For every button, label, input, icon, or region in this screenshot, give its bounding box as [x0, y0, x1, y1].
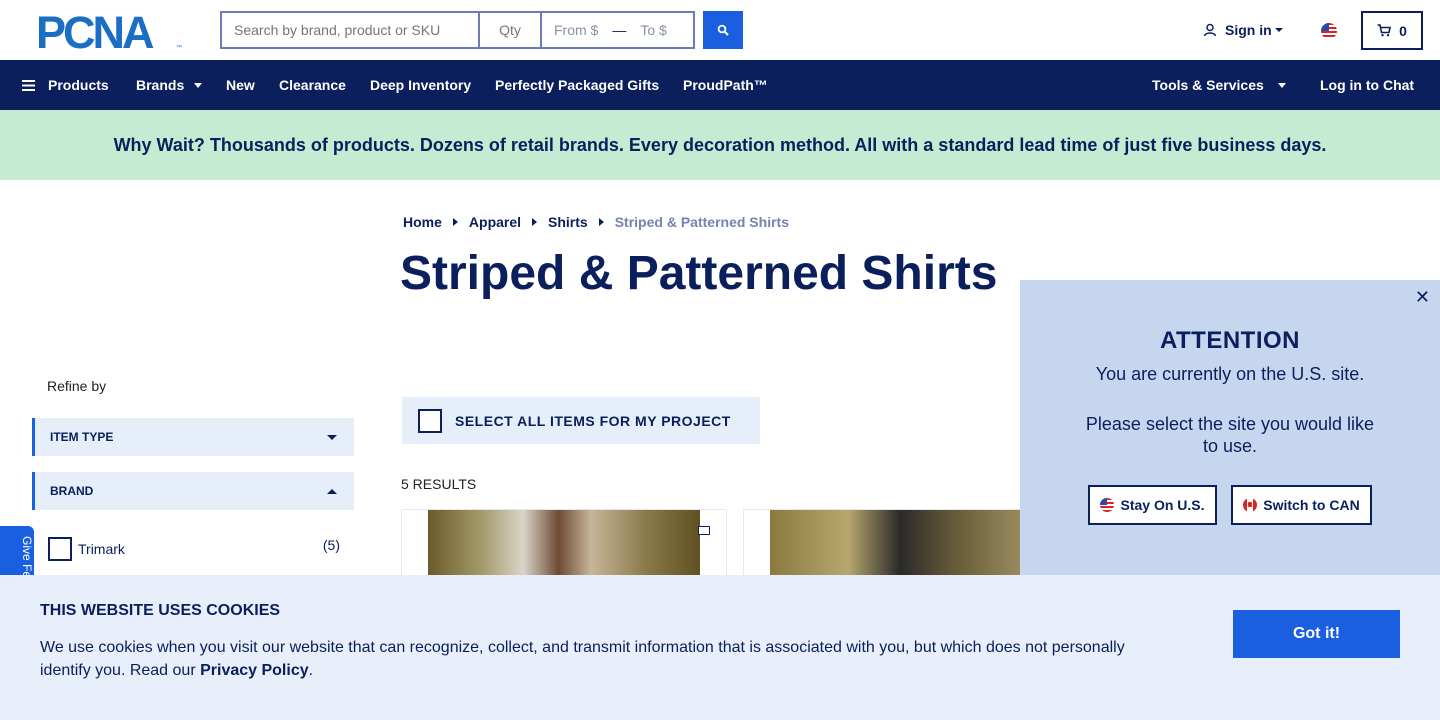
brand-checkbox[interactable]	[48, 537, 72, 561]
search-bar: From $ — To $	[220, 11, 695, 49]
nav-clearance[interactable]: Clearance	[279, 60, 346, 110]
breadcrumb-apparel[interactable]: Apparel	[469, 214, 521, 230]
nav-brands[interactable]: Brands	[136, 60, 203, 110]
facet-item-type-label[interactable]: ITEM TYPE	[50, 430, 113, 444]
cookie-text: We use cookies when you visit our websit…	[40, 636, 1150, 682]
nav-products[interactable]: Products	[22, 60, 109, 110]
qty-input[interactable]	[478, 11, 540, 49]
svg-text:™: ™	[176, 44, 182, 50]
nav-proudpath[interactable]: ProudPath™	[683, 60, 768, 110]
cart-button[interactable]: 0	[1361, 11, 1423, 50]
cookie-body-end: .	[308, 662, 314, 679]
folder-icon[interactable]	[698, 526, 710, 535]
cart-icon	[1377, 24, 1392, 37]
nav-tools-services[interactable]: Tools & Services	[1152, 60, 1286, 110]
page-title: Striped & Patterned Shirts	[400, 247, 998, 300]
search-input[interactable]	[220, 11, 478, 49]
breadcrumb-current: Striped & Patterned Shirts	[614, 214, 789, 230]
nav-brands-label[interactable]: Brands	[136, 77, 184, 93]
facet-brand-label[interactable]: BRAND	[50, 484, 93, 498]
got-it-button[interactable]: Got it!	[1233, 610, 1400, 658]
canada-flag-icon	[1243, 498, 1258, 512]
switch-can-label[interactable]: Switch to CAN	[1263, 497, 1359, 513]
chevron-up-icon	[327, 488, 337, 494]
chevron-down-icon	[1277, 82, 1286, 88]
stay-us-label[interactable]: Stay On U.S.	[1120, 497, 1204, 513]
close-icon[interactable]: ✕	[1415, 288, 1430, 306]
select-all-bar[interactable]: SELECT ALL ITEMS FOR MY PROJECT	[402, 397, 760, 444]
brand-option-label[interactable]: Trimark	[78, 541, 125, 557]
select-all-checkbox[interactable]	[418, 408, 442, 433]
attention-instruction: Please select the site you would like to…	[1085, 414, 1375, 456]
breadcrumb-home[interactable]: Home	[403, 214, 442, 230]
nav-tools-label[interactable]: Tools & Services	[1152, 77, 1264, 93]
search-button[interactable]	[703, 11, 743, 49]
promo-banner: Why Wait? Thousands of products. Dozens …	[0, 110, 1440, 180]
select-all-label[interactable]: SELECT ALL ITEMS FOR MY PROJECT	[455, 413, 731, 429]
chevron-right-icon	[598, 218, 604, 226]
price-to-placeholder[interactable]: To $	[640, 22, 666, 38]
pcna-logo[interactable]: PCNA ™	[36, 12, 184, 50]
results-count: 5 RESULTS	[401, 476, 477, 492]
facet-brand[interactable]: BRAND	[32, 472, 354, 510]
breadcrumb: Home Apparel Shirts Striped & Patterned …	[403, 214, 789, 230]
chevron-down-icon	[1274, 28, 1283, 32]
chevron-down-icon	[194, 82, 203, 88]
refine-label: Refine by	[47, 378, 107, 394]
logo-text: PCNA	[36, 12, 154, 50]
cookie-title: THIS WEBSITE USES COOKIES	[40, 602, 281, 619]
search-icon	[717, 24, 729, 36]
main-nav: Products Brands New Clearance Deep Inven…	[0, 60, 1440, 110]
nav-deep-inventory[interactable]: Deep Inventory	[370, 60, 471, 110]
site-select-panel: ✕ ATTENTION You are currently on the U.S…	[1020, 280, 1440, 580]
nav-chat-login[interactable]: Log in to Chat	[1320, 60, 1414, 110]
brand-option-count: (5)	[322, 537, 340, 553]
cookie-banner: THIS WEBSITE USES COOKIES We use cookies…	[0, 575, 1440, 720]
price-from-placeholder[interactable]: From $	[554, 22, 598, 38]
us-flag-icon[interactable]	[1321, 23, 1337, 39]
chevron-down-icon	[327, 434, 337, 440]
facet-item-type[interactable]: ITEM TYPE	[32, 418, 354, 456]
nav-new[interactable]: New	[226, 60, 255, 110]
nav-gifts[interactable]: Perfectly Packaged Gifts	[495, 60, 659, 110]
breadcrumb-shirts[interactable]: Shirts	[548, 214, 588, 230]
price-range-dash: —	[612, 22, 627, 38]
cart-count: 0	[1399, 22, 1407, 39]
hamburger-icon	[22, 79, 35, 91]
chevron-right-icon	[532, 218, 538, 226]
brand-option-trimark[interactable]: Trimark (5)	[48, 537, 340, 561]
us-flag-icon	[1100, 498, 1115, 512]
attention-title: ATTENTION	[1159, 327, 1301, 354]
price-range[interactable]: From $ — To $	[540, 11, 695, 49]
stay-us-button[interactable]: Stay On U.S.	[1088, 485, 1217, 525]
switch-can-button[interactable]: Switch to CAN	[1231, 485, 1372, 525]
sign-in-menu[interactable]: Sign in	[1203, 22, 1283, 38]
sign-in-label[interactable]: Sign in	[1225, 22, 1272, 38]
chevron-right-icon	[452, 218, 458, 226]
top-header: PCNA ™ From $ — To $ Sign in 0	[0, 0, 1440, 60]
attention-message: You are currently on the U.S. site.	[1095, 364, 1365, 384]
user-icon	[1203, 23, 1217, 37]
nav-products-label[interactable]: Products	[48, 77, 109, 93]
privacy-policy-link[interactable]: Privacy Policy	[200, 662, 309, 679]
